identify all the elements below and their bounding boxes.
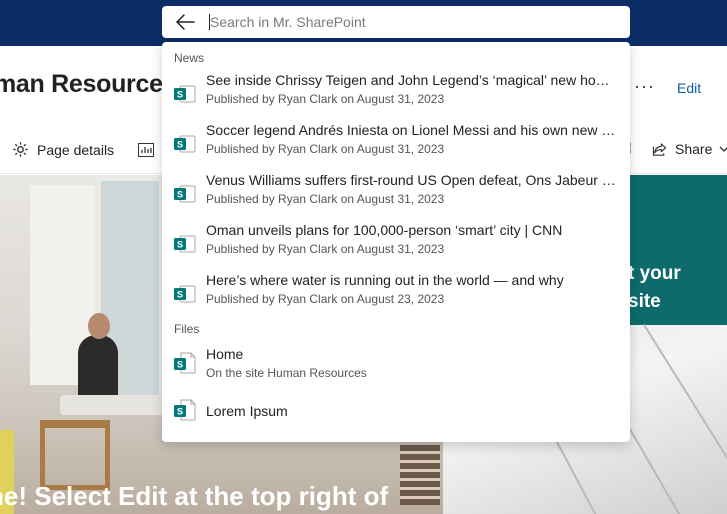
hero-caption: ne! Select Edit at the top right of: [0, 481, 389, 511]
news-result-meta: Published by Ryan Clark on August 31, 20…: [206, 242, 445, 256]
files-section-label: Files: [174, 322, 200, 336]
photo-person-head: [88, 313, 110, 339]
search-box[interactable]: [162, 6, 630, 38]
news-result-title: Venus Williams suffers first-round US Op…: [206, 172, 616, 188]
search-input[interactable]: [210, 10, 610, 34]
news-result-title: Oman unveils plans for 100,000-person ‘s…: [206, 222, 563, 238]
chart-icon: [138, 143, 154, 157]
file-result-title: Lorem Ipsum: [206, 403, 288, 419]
hero-teal-text-line1: t your: [628, 263, 681, 284]
search-results-dropdown: News S See inside Chrissy Teigen and Joh…: [162, 42, 630, 442]
file-result-title: Home: [206, 346, 244, 362]
news-result-title: Here’s where water is running out in the…: [206, 272, 564, 288]
news-result-title: See inside Chrissy Teigen and John Legen…: [206, 72, 616, 88]
svg-text:S: S: [177, 360, 183, 370]
svg-text:S: S: [177, 240, 183, 250]
news-result-meta: Published by Ryan Clark on August 23, 20…: [206, 292, 445, 306]
sharepoint-page-icon: S: [174, 399, 196, 421]
news-result-title: Soccer legend Andrés Iniesta on Lionel M…: [206, 122, 616, 138]
share-icon: [652, 142, 667, 156]
photo-chair: [40, 420, 110, 490]
sharepoint-page-icon: S: [174, 352, 196, 374]
news-result[interactable]: S Venus Williams suffers first-round US …: [162, 172, 630, 218]
page-details-label: Page details: [37, 141, 115, 158]
arch-beam: [643, 323, 727, 514]
news-result-meta: Published by Ryan Clark on August 31, 20…: [206, 192, 445, 206]
svg-text:S: S: [177, 140, 183, 150]
file-result-meta: On the site Human Resources: [206, 366, 367, 380]
file-result[interactable]: S Lorem Ipsum: [162, 399, 630, 449]
news-result[interactable]: S Here’s where water is running out in t…: [162, 272, 630, 318]
share-label: Share: [675, 141, 713, 157]
site-title[interactable]: man Resources: [0, 70, 177, 99]
photo-books: [400, 445, 440, 505]
edit-button[interactable]: Edit: [677, 80, 701, 96]
hero-teal-text-line2: site: [628, 291, 661, 312]
svg-text:S: S: [177, 90, 183, 100]
news-result[interactable]: S Oman unveils plans for 100,000-person …: [162, 222, 630, 268]
sharepoint-page-icon: S: [174, 135, 196, 153]
news-result[interactable]: S Soccer legend Andrés Iniesta on Lionel…: [162, 122, 630, 168]
analytics-button[interactable]: [138, 143, 162, 157]
sharepoint-page-icon: S: [174, 235, 196, 253]
news-section-label: News: [174, 51, 205, 65]
svg-text:S: S: [177, 190, 183, 200]
more-options-button[interactable]: ···: [634, 76, 655, 97]
news-result[interactable]: S See inside Chrissy Teigen and John Leg…: [162, 72, 630, 118]
news-result-meta: Published by Ryan Clark on August 31, 20…: [206, 92, 445, 106]
svg-text:S: S: [177, 290, 183, 300]
svg-text:S: S: [177, 407, 183, 417]
sharepoint-page-icon: S: [174, 85, 196, 103]
sharepoint-page-icon: S: [174, 285, 196, 303]
sharepoint-page-icon: S: [174, 185, 196, 203]
file-result[interactable]: S Home On the site Human Resources: [162, 346, 630, 392]
news-result-meta: Published by Ryan Clark on August 31, 20…: [206, 142, 445, 156]
chevron-down-icon: [719, 146, 727, 152]
gear-icon: [13, 142, 28, 157]
arrow-left-icon[interactable]: [174, 12, 196, 32]
page-details-button[interactable]: Page details: [12, 141, 114, 158]
share-button[interactable]: Share: [652, 141, 727, 157]
